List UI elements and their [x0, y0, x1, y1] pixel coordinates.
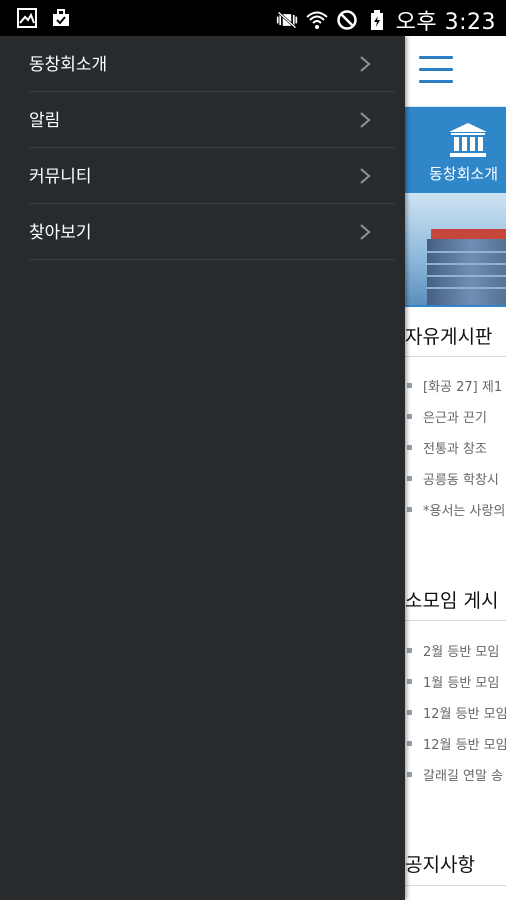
category-button[interactable]: 동창회소개	[405, 107, 506, 193]
drawer-item-about[interactable]: 동창회소개	[0, 36, 405, 92]
free-board-title[interactable]: 자유게시판	[405, 322, 492, 349]
hamburger-icon[interactable]	[419, 56, 453, 84]
list-item[interactable]: 은근과 끈기	[405, 403, 506, 434]
list-item[interactable]: 12월 등반 모임	[405, 699, 506, 730]
drawer-item-label: 찾아보기	[29, 223, 92, 243]
list-item[interactable]: 1월 등반 모임	[405, 668, 506, 699]
do-not-disturb-icon	[336, 9, 358, 31]
list-item[interactable]: 공릉동 학창시	[405, 465, 506, 496]
app-bar	[405, 36, 506, 107]
clock: 오후 3:23	[395, 10, 496, 35]
chevron-right-icon[interactable]	[336, 36, 394, 92]
list-item[interactable]: 전통과 창조	[405, 434, 506, 465]
chevron-right-icon[interactable]	[336, 148, 394, 204]
drawer-item-community[interactable]: 커뮤니티	[0, 148, 405, 204]
list-item[interactable]: *용서는 사랑의	[405, 496, 506, 527]
club-board-title[interactable]: 소모임 게시	[405, 586, 498, 613]
free-board-list: [화공 27] 제1 은근과 끈기 전통과 창조 공릉동 학창시 *용서는 사랑…	[405, 372, 506, 527]
category-button-label: 동창회소개	[429, 165, 499, 183]
status-bar: 오후 3:23	[0, 0, 506, 36]
battery-icon	[366, 9, 388, 31]
list-item[interactable]: [화공 27] 제1	[405, 372, 506, 403]
list-item[interactable]: 갈래길 연말 송	[405, 761, 506, 792]
banner-image	[405, 193, 506, 307]
drawer-item-notice[interactable]: 알림	[0, 92, 405, 148]
navigation-drawer: 동창회소개 알림 커뮤니티 찾아보기	[0, 36, 405, 900]
club-board-list: 2월 등반 모임 1월 등반 모임 12월 등반 모임 12월 등반 모임 갈래…	[405, 637, 506, 792]
chevron-right-icon[interactable]	[336, 204, 394, 260]
bank-icon	[449, 123, 487, 157]
chevron-right-icon[interactable]	[336, 92, 394, 148]
drawer-item-label: 알림	[29, 111, 61, 131]
main-content: 동창회소개 자유게시판 [화공 27] 제1 은근과 끈기 전통과 창조 공릉동…	[405, 36, 506, 900]
wifi-icon	[305, 9, 328, 31]
list-item[interactable]: 12월 등반 모임	[405, 730, 506, 761]
drawer-item-directions[interactable]: 찾아보기	[0, 204, 405, 260]
gallery-icon	[16, 7, 38, 29]
drawer-item-label: 동창회소개	[29, 55, 108, 75]
drawer-item-label: 커뮤니티	[29, 167, 92, 187]
briefcase-icon	[50, 7, 72, 29]
list-item[interactable]: 2월 등반 모임	[405, 637, 506, 668]
notice-title[interactable]: 공지사항	[405, 850, 475, 877]
vibrate-icon	[276, 9, 298, 31]
